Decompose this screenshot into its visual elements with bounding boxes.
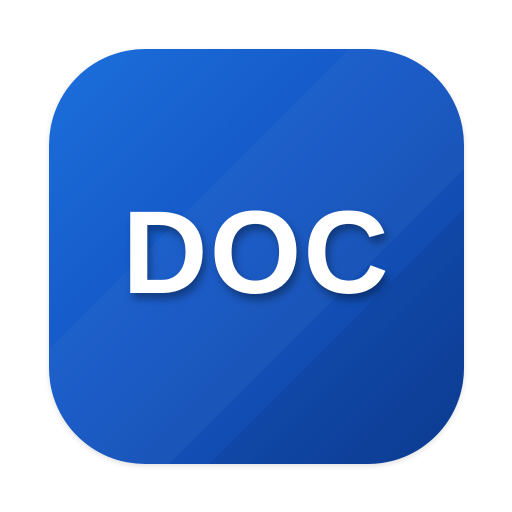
canvas: DOC — [0, 0, 512, 512]
icon-label: DOC — [122, 186, 391, 319]
doc-app-icon[interactable]: DOC — [49, 49, 464, 464]
